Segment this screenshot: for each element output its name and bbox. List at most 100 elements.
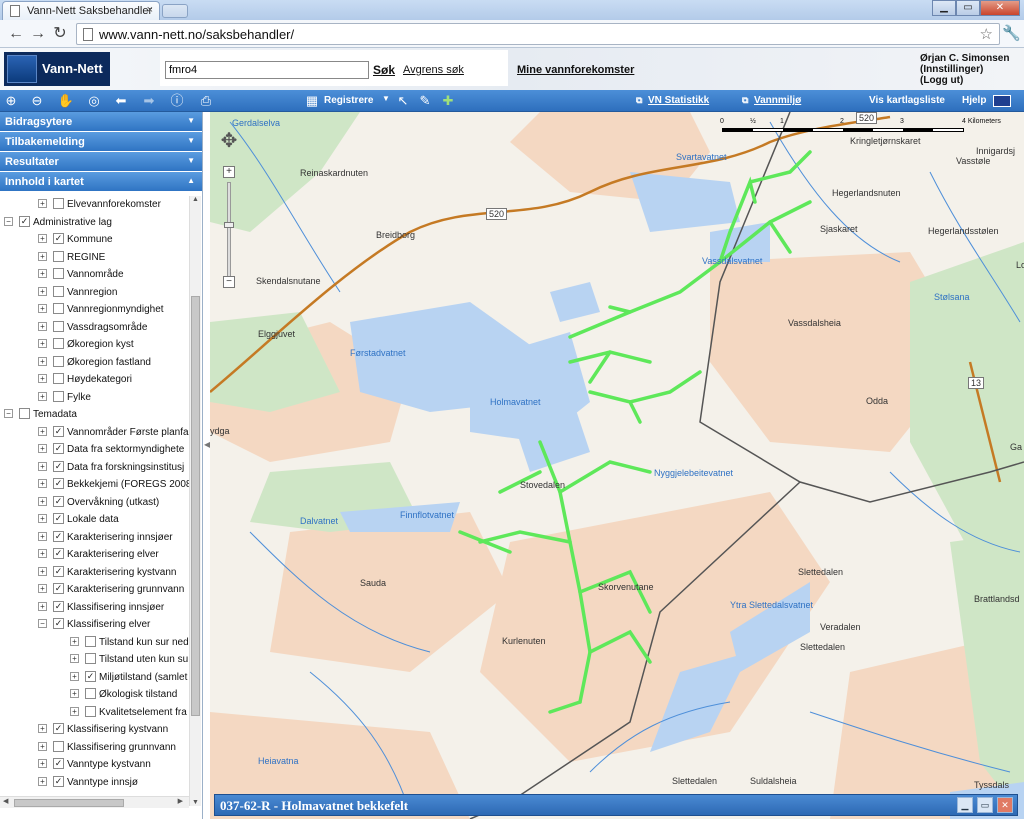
layer-checkbox[interactable] — [53, 355, 64, 367]
scroll-down-icon[interactable]: ▼ — [192, 799, 199, 806]
layer-checkbox[interactable]: ✓ — [53, 513, 64, 524]
search-button[interactable]: Søk — [373, 63, 395, 77]
tree-item[interactable]: + ✓ Lokale data — [0, 511, 201, 529]
tree-item[interactable]: + Økoregion fastland — [0, 354, 201, 372]
tree-item[interactable]: − Temadata — [0, 406, 201, 424]
select-tool-icon[interactable]: ↖ — [394, 92, 412, 110]
tree-item[interactable]: + Tilstand kun sur ned — [0, 634, 201, 652]
sidebar-collapse-handle[interactable]: ◀ — [204, 440, 210, 454]
tree-item[interactable]: + Elvevannforekomster — [0, 196, 201, 214]
expand-icon[interactable]: + — [38, 461, 47, 471]
my-water-bodies-link[interactable]: Mine vannforekomster — [517, 64, 634, 76]
tree-item[interactable]: + ✓ Klassifisering kystvann — [0, 721, 201, 739]
expand-icon[interactable]: + — [38, 321, 47, 331]
tree-item[interactable]: + ✓ Overvåkning (utkast) — [0, 494, 201, 512]
close-panel-button[interactable]: ✕ — [997, 797, 1013, 813]
layer-checkbox[interactable]: ✓ — [53, 530, 64, 542]
layer-checkbox[interactable]: ✓ — [53, 600, 64, 612]
expand-icon[interactable]: + — [38, 234, 47, 243]
zoom-extent-icon[interactable]: ◎ — [84, 92, 104, 110]
layer-checkbox[interactable] — [53, 373, 64, 384]
zoom-in-button[interactable]: + — [223, 166, 235, 178]
expand-icon[interactable]: + — [38, 356, 47, 366]
expand-icon[interactable]: + — [70, 671, 79, 681]
tree-item[interactable]: + Tilstand uten kun su — [0, 651, 201, 669]
logout-link[interactable]: (Logg ut) — [920, 75, 1009, 86]
previous-view-icon[interactable]: ⬅ — [112, 92, 130, 110]
expand-icon[interactable]: + — [70, 636, 79, 646]
tree-item[interactable]: + ✓ Data fra sektormyndighete — [0, 441, 201, 459]
layer-checkbox[interactable] — [53, 285, 64, 297]
tree-item[interactable]: + REGINE — [0, 249, 201, 267]
tree-item[interactable]: + Kvalitetselement fra — [0, 704, 201, 722]
layer-checkbox[interactable]: ✓ — [85, 670, 96, 682]
layer-checkbox[interactable]: ✓ — [53, 775, 64, 787]
layer-checkbox[interactable]: ✓ — [53, 425, 64, 437]
zoom-out-button[interactable]: − — [223, 276, 235, 288]
expand-icon[interactable]: + — [38, 514, 47, 523]
tree-item[interactable]: + ✓ Vanntype kystvann — [0, 756, 201, 774]
scroll-right-icon[interactable]: ▶ — [178, 797, 183, 805]
tree-item[interactable]: + ✓ Miljøtilstand (samlet — [0, 669, 201, 687]
scrollbar-thumb[interactable] — [191, 296, 200, 716]
section-feedback[interactable]: Tilbakemelding ▼ — [0, 132, 202, 152]
collapse-icon[interactable]: − — [4, 409, 13, 418]
refine-search-link[interactable]: Avgrens søk — [403, 64, 464, 76]
expand-icon[interactable]: + — [38, 251, 47, 261]
tree-vertical-scrollbar[interactable]: ▲ ▼ — [189, 196, 201, 806]
expand-icon[interactable]: + — [38, 391, 47, 401]
layer-checkbox[interactable] — [53, 303, 64, 314]
zoom-slider-handle[interactable] — [224, 222, 234, 228]
layer-checkbox[interactable]: ✓ — [53, 618, 64, 629]
tree-item[interactable]: + ✓ Karakterisering grunnvann — [0, 581, 201, 599]
scrollbar-thumb[interactable] — [14, 799, 124, 807]
tree-item[interactable]: + Vannregionmyndighet — [0, 301, 201, 319]
maximize-button[interactable]: ▭ — [956, 0, 980, 16]
tree-item[interactable]: − ✓ Administrative lag — [0, 214, 201, 232]
layer-checkbox[interactable]: ✓ — [53, 723, 64, 734]
expand-icon[interactable]: + — [38, 741, 47, 751]
section-map-contents[interactable]: Innhold i kartet ▲ — [0, 172, 202, 192]
tree-item[interactable]: + Høydekategori — [0, 371, 201, 389]
tree-item[interactable]: + Økoregion kyst — [0, 336, 201, 354]
uk-flag-icon[interactable] — [993, 95, 1011, 107]
new-tab-button[interactable] — [162, 4, 188, 18]
tree-item[interactable]: + ✓ Karakterisering kystvann — [0, 564, 201, 582]
reload-icon[interactable]: ↻ — [50, 24, 70, 44]
water-environment-link[interactable]: Vannmiljø — [754, 95, 801, 106]
tree-item[interactable]: + ✓ Karakterisering elver — [0, 546, 201, 564]
expand-icon[interactable]: + — [38, 199, 47, 208]
expand-icon[interactable]: + — [38, 339, 47, 348]
tree-item[interactable]: − ✓ Klassifisering elver — [0, 616, 201, 634]
tree-item[interactable]: + ✓ Bekkekjemi (FOREGS 2008 — [0, 476, 201, 494]
tree-item[interactable]: + Klassifisering grunnvann — [0, 739, 201, 757]
layer-checkbox[interactable]: ✓ — [53, 233, 64, 244]
tree-item[interactable]: + ✓ Kommune — [0, 231, 201, 249]
print-icon[interactable]: ⎙ — [196, 92, 216, 110]
pan-hand-icon[interactable]: ✋ — [56, 92, 76, 110]
pan-arrows-icon[interactable]: ✥ — [217, 126, 241, 158]
register-menu[interactable]: Registrere — [324, 95, 373, 106]
tree-item[interactable]: + Vassdragsområde — [0, 319, 201, 337]
collapse-icon[interactable]: − — [38, 619, 47, 628]
expand-icon[interactable]: + — [38, 269, 47, 278]
close-window-button[interactable]: ✕ — [980, 0, 1020, 16]
vn-statistics-link[interactable]: VN Statistikk — [648, 95, 709, 106]
expand-icon[interactable]: + — [38, 724, 47, 733]
layer-checkbox[interactable] — [53, 268, 64, 279]
browser-tab[interactable]: Vann-Nett Saksbehandler × — [2, 1, 160, 20]
tree-item[interactable]: + Vannområde — [0, 266, 201, 284]
layer-checkbox[interactable] — [85, 705, 96, 717]
expand-icon[interactable]: + — [38, 566, 47, 576]
tree-item[interactable]: + ✓ Karakterisering innsjøer — [0, 529, 201, 547]
layer-checkbox[interactable] — [53, 338, 64, 349]
zoom-slider[interactable] — [227, 182, 231, 278]
layer-checkbox[interactable]: ✓ — [53, 460, 64, 472]
section-results[interactable]: Resultater ▼ — [0, 152, 202, 172]
expand-icon[interactable]: + — [38, 286, 47, 296]
layer-checkbox[interactable] — [53, 250, 64, 262]
tree-item[interactable]: + Økologisk tilstand — [0, 686, 201, 704]
layer-checkbox[interactable]: ✓ — [53, 478, 64, 489]
expand-icon[interactable]: + — [38, 584, 47, 593]
expand-icon[interactable]: + — [38, 426, 47, 436]
